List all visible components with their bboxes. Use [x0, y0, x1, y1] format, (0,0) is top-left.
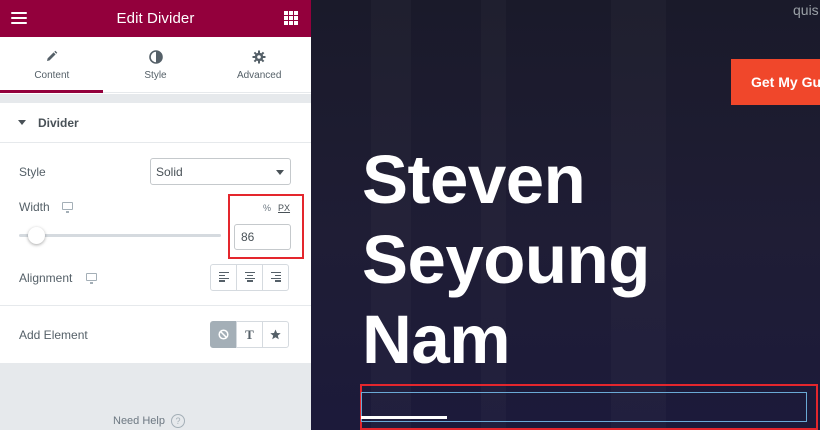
alignment-label: Alignment: [19, 271, 73, 285]
divider-line: [361, 416, 447, 419]
control-divider: [0, 305, 311, 306]
heading-line: Steven: [362, 141, 586, 218]
element-icon-button[interactable]: [262, 321, 289, 348]
gear-icon: [252, 49, 266, 65]
style-select[interactable]: Solid: [150, 158, 291, 185]
align-left-button[interactable]: [210, 264, 237, 291]
ban-icon: [218, 329, 229, 340]
need-help-label: Need Help: [113, 415, 165, 427]
widgets-grid-icon[interactable]: [284, 11, 298, 25]
editor-title: Edit Divider: [116, 10, 195, 27]
tabs-separator: [0, 94, 311, 103]
text-t-icon: T: [245, 326, 254, 342]
align-right-button[interactable]: [262, 264, 289, 291]
tab-advanced[interactable]: Advanced: [207, 37, 312, 92]
element-text-button[interactable]: T: [236, 321, 263, 348]
cta-label: Get My Gu: [751, 74, 820, 90]
element-none-button[interactable]: [210, 321, 237, 348]
align-right-icon: [270, 271, 281, 283]
width-slider-track[interactable]: [19, 234, 221, 237]
tab-content[interactable]: Content: [0, 37, 104, 93]
heading-line: Nam: [362, 301, 511, 378]
dropdown-arrow-icon: [276, 170, 284, 175]
add-element-button-group: T: [210, 321, 289, 348]
width-highlight-box: [228, 194, 304, 259]
desktop-icon[interactable]: [86, 273, 97, 284]
align-center-icon: [244, 271, 255, 283]
tab-advanced-label: Advanced: [236, 69, 282, 81]
tab-content-label: Content: [34, 69, 70, 81]
style-select-value: Solid: [156, 164, 183, 179]
tab-style[interactable]: Style: [103, 37, 208, 92]
need-help-link[interactable]: Need Help ?: [113, 414, 185, 428]
desktop-icon[interactable]: [62, 202, 73, 213]
get-my-guide-button[interactable]: Get My Gu: [731, 59, 820, 105]
align-left-icon: [218, 271, 229, 283]
section-title: Divider: [38, 115, 79, 130]
page-preview: quis Get My Gu Steven Seyoung Nam: [311, 0, 820, 430]
editor-tabs: Content Style Advanced: [0, 37, 312, 93]
editor-header: Edit Divider: [0, 0, 311, 37]
question-circle-icon: ?: [170, 414, 185, 428]
heading-line: Seyoung: [362, 221, 650, 298]
style-label: Style: [19, 165, 46, 179]
width-slider-handle[interactable]: [28, 227, 45, 244]
caret-down-icon: [18, 120, 26, 125]
half-circle-icon: [148, 49, 163, 65]
add-element-label: Add Element: [19, 328, 88, 342]
align-center-button[interactable]: [236, 264, 263, 291]
header-text: quis: [793, 2, 819, 18]
star-icon: [270, 329, 281, 340]
hamburger-menu-icon[interactable]: [11, 12, 27, 24]
tab-style-label: Style: [144, 69, 167, 81]
pencil-icon: [45, 49, 58, 65]
divider-section-header[interactable]: Divider: [0, 103, 311, 143]
hero-heading[interactable]: Steven Seyoung Nam: [362, 140, 650, 380]
width-label: Width: [19, 200, 50, 214]
editor-panel: Edit Divider Content Style Advanced Divi…: [0, 0, 312, 430]
alignment-button-group: [210, 264, 289, 291]
